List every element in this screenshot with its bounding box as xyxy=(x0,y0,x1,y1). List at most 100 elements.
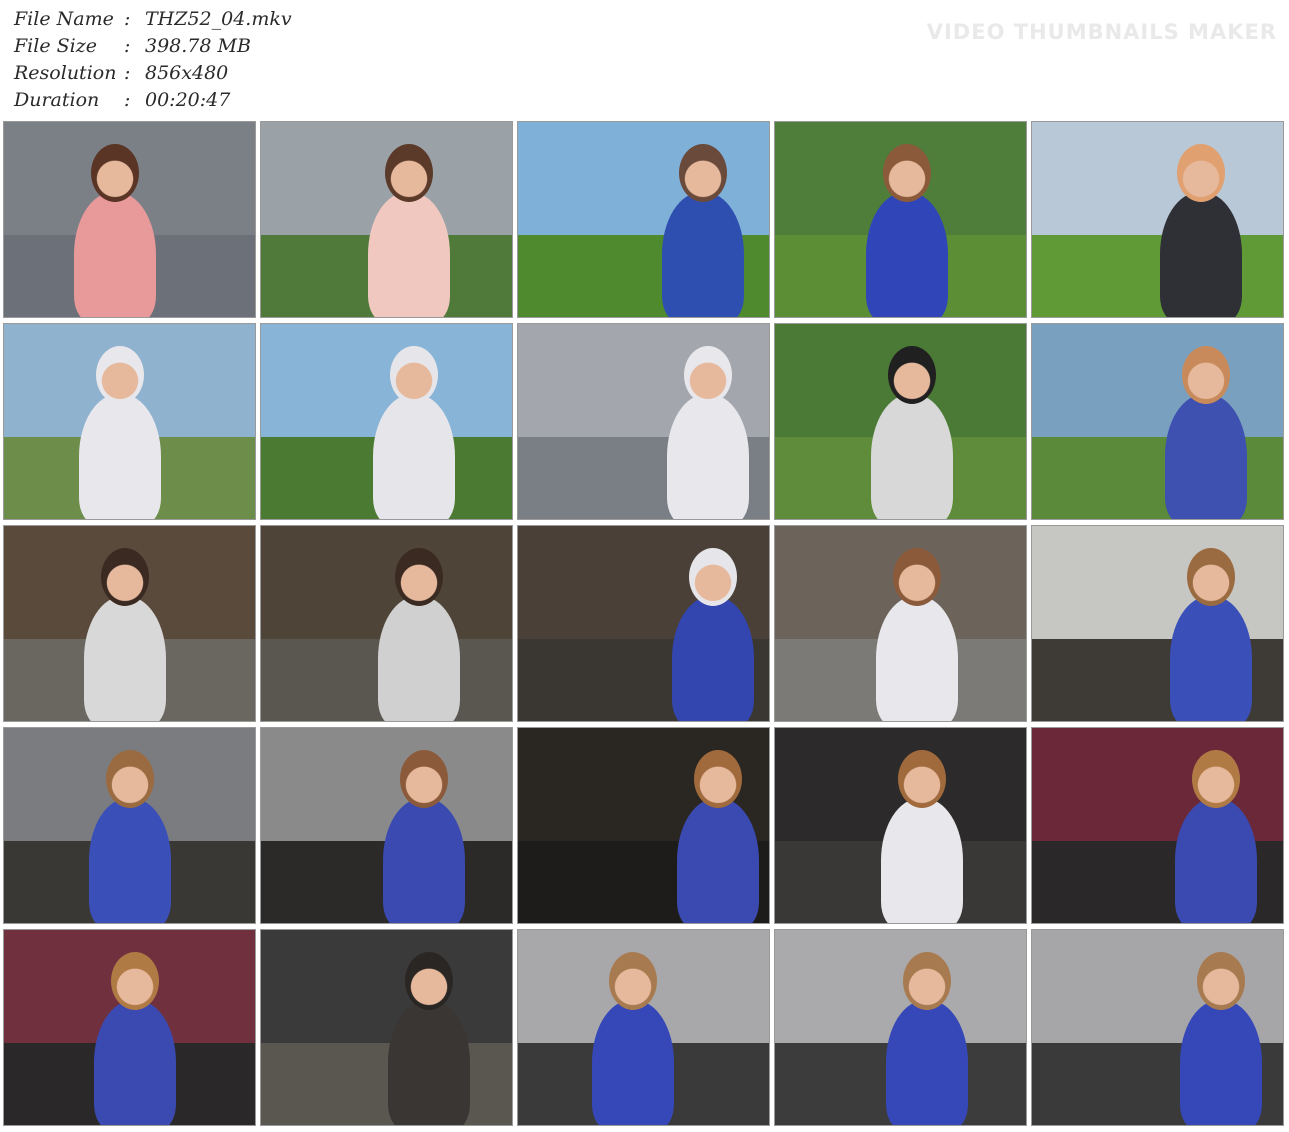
person-head xyxy=(689,548,737,606)
file-info-value: THZ52_04.mkv xyxy=(145,8,292,30)
person-head xyxy=(390,346,438,404)
thumbnail-frame xyxy=(4,728,255,923)
person-figure xyxy=(871,394,953,519)
thumbnail-frame xyxy=(1032,122,1283,317)
thumbnail-frame xyxy=(518,324,769,519)
video-thumbnail xyxy=(517,525,770,722)
thumbnail-frame xyxy=(261,728,512,923)
video-thumbnail xyxy=(260,727,513,924)
file-info-value: 00:20:47 xyxy=(145,89,231,111)
video-thumbnail xyxy=(260,323,513,520)
person-head xyxy=(96,346,144,404)
file-info-block: File Name: THZ52_04.mkv File Size:398.78 M… xyxy=(14,6,292,114)
person-head xyxy=(1197,952,1245,1010)
thumbnail-frame xyxy=(775,930,1026,1125)
person-figure xyxy=(1175,798,1257,923)
thumbnail-frame xyxy=(4,526,255,721)
thumbnail-frame xyxy=(261,930,512,1125)
video-thumbnail xyxy=(260,929,513,1126)
person-figure xyxy=(1180,1000,1262,1125)
file-info-separator: : xyxy=(124,62,131,84)
file-info-value: 398.78 MB xyxy=(145,35,251,57)
video-thumbnail xyxy=(517,323,770,520)
person-figure xyxy=(84,596,166,721)
file-info-row: Duration:00:20:47 xyxy=(14,87,292,114)
file-info-label: File Size xyxy=(14,35,97,57)
thumbnail-frame xyxy=(775,122,1026,317)
person-figure xyxy=(79,394,161,519)
person-figure xyxy=(1160,192,1242,317)
video-thumbnail xyxy=(3,727,256,924)
person-figure xyxy=(378,596,460,721)
person-figure xyxy=(876,596,958,721)
file-info-label: Resolution xyxy=(14,62,117,84)
person-head xyxy=(883,144,931,202)
thumbnail-sheet: File Name: THZ52_04.mkv File Size:398.78 M… xyxy=(0,0,1289,1132)
thumbnail-frame xyxy=(775,526,1026,721)
thumbnail-frame xyxy=(518,728,769,923)
video-thumbnail xyxy=(3,525,256,722)
thumbnail-frame xyxy=(518,526,769,721)
thumbnail-frame xyxy=(518,122,769,317)
person-head xyxy=(898,750,946,808)
video-thumbnail xyxy=(1031,929,1284,1126)
thumbnail-frame xyxy=(1032,930,1283,1125)
watermark-title: VIDEO THUMBNAILS MAKER xyxy=(926,20,1277,44)
video-thumbnail xyxy=(1031,323,1284,520)
video-thumbnail xyxy=(1031,121,1284,318)
video-thumbnail xyxy=(774,727,1027,924)
person-figure xyxy=(94,1000,176,1125)
person-head xyxy=(684,346,732,404)
person-head xyxy=(1192,750,1240,808)
person-figure xyxy=(1170,596,1252,721)
thumbnail-frame xyxy=(1032,728,1283,923)
thumbnail-frame xyxy=(775,324,1026,519)
person-figure xyxy=(383,798,465,923)
person-figure xyxy=(667,394,749,519)
person-figure xyxy=(89,798,171,923)
video-thumbnail xyxy=(517,727,770,924)
thumbnail-frame xyxy=(1032,526,1283,721)
person-figure xyxy=(373,394,455,519)
person-head xyxy=(111,952,159,1010)
person-head xyxy=(405,952,453,1010)
video-thumbnail xyxy=(774,323,1027,520)
person-figure xyxy=(368,192,450,317)
video-thumbnail xyxy=(3,929,256,1126)
thumbnail-frame xyxy=(4,930,255,1125)
file-info-value: 856x480 xyxy=(145,62,229,84)
file-info-row: File Name: THZ52_04.mkv xyxy=(14,6,292,33)
person-figure xyxy=(881,798,963,923)
video-thumbnail xyxy=(260,525,513,722)
person-head xyxy=(893,548,941,606)
thumbnail-frame xyxy=(4,324,255,519)
video-thumbnail xyxy=(774,525,1027,722)
person-head xyxy=(679,144,727,202)
person-head xyxy=(106,750,154,808)
file-info-row: File Size:398.78 MB xyxy=(14,33,292,60)
video-thumbnail xyxy=(517,929,770,1126)
person-head xyxy=(91,144,139,202)
person-figure xyxy=(886,1000,968,1125)
file-info-label: Duration xyxy=(14,89,100,111)
file-info-separator: : xyxy=(124,35,131,57)
person-head xyxy=(694,750,742,808)
thumbnail-frame xyxy=(1032,324,1283,519)
thumbnail-frame xyxy=(261,526,512,721)
thumbnail-frame xyxy=(261,324,512,519)
person-figure xyxy=(866,192,948,317)
person-head xyxy=(385,144,433,202)
person-head xyxy=(1177,144,1225,202)
video-thumbnail xyxy=(3,323,256,520)
person-head xyxy=(609,952,657,1010)
video-thumbnail xyxy=(517,121,770,318)
person-head xyxy=(395,548,443,606)
person-figure xyxy=(74,192,156,317)
person-head xyxy=(1182,346,1230,404)
thumbnail-frame xyxy=(4,122,255,317)
file-info-separator: : xyxy=(124,89,131,111)
person-head xyxy=(101,548,149,606)
video-thumbnail xyxy=(774,929,1027,1126)
person-figure xyxy=(1165,394,1247,519)
person-figure xyxy=(677,798,759,923)
